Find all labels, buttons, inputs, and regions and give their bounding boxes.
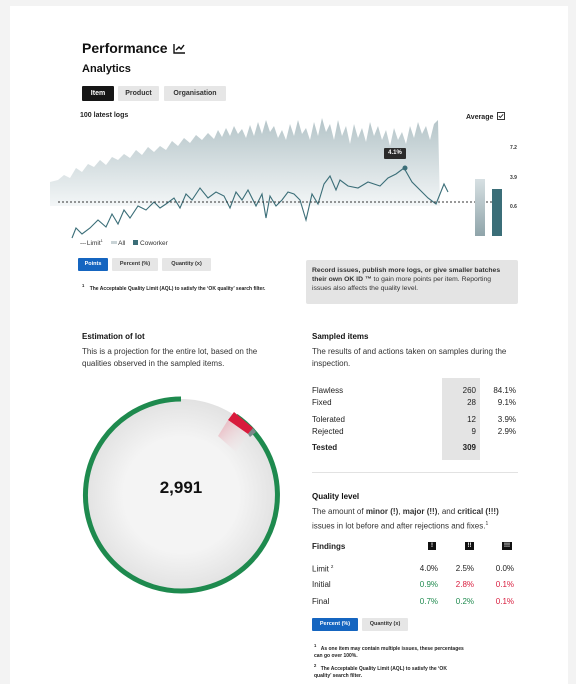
sampled-row-count: 9	[471, 427, 476, 436]
quantity-button-bottom[interactable]: Quantity (x)	[362, 618, 408, 631]
quality-value: 0.7%	[419, 597, 438, 606]
sampled-row-label: Tolerated	[312, 415, 345, 424]
estimation-desc: This is a projection for the entire lot,…	[82, 347, 258, 368]
tab-organisation[interactable]: Organisation	[164, 86, 226, 101]
sampled-row-pct: 84.1%	[493, 386, 516, 395]
quality-desc-sup: 1	[485, 521, 489, 527]
critical-severity-icon: !!!	[502, 542, 512, 550]
points-button[interactable]: Points	[78, 258, 108, 271]
quality-value: 2.8%	[455, 580, 474, 589]
y-tick-1: 7.2	[510, 145, 517, 151]
legend-all: All	[118, 240, 126, 248]
quality-major: major (!!)	[402, 507, 438, 516]
quality-row-label: Initial	[312, 580, 331, 589]
sampled-row-count: 12	[467, 415, 476, 424]
sampled-row-pct: 9.1%	[497, 398, 516, 407]
sampled-desc: The results of and actions taken on samp…	[312, 347, 507, 368]
quantity-button[interactable]: Quantity (x)	[162, 258, 211, 271]
sampled-row-pct: 3.9%	[497, 415, 516, 424]
quality-value: 0.0%	[495, 564, 514, 573]
sampled-row-label: Flawless	[312, 386, 344, 395]
tab-item[interactable]: Item	[82, 86, 114, 101]
legend-limit-sup: 1	[100, 238, 103, 243]
quality-value: 0.1%	[495, 597, 514, 606]
quality-row-label: Final	[312, 597, 330, 606]
percent-button[interactable]: Percent (%)	[112, 258, 158, 271]
legend-limit: Limit	[86, 240, 101, 248]
aql-note-top: 1 The Acceptable Quality Limit (AQL) to …	[82, 282, 302, 293]
quality-desc: The amount of minor (!), major (!!), and…	[312, 506, 522, 533]
estimation-title: Estimation of lot	[82, 332, 145, 341]
legend-all-swatch	[110, 241, 117, 245]
quality-value: 4.0%	[419, 564, 438, 573]
quality-sep2: , and	[437, 507, 458, 516]
highlight-point	[402, 165, 408, 171]
chart-legend: - - - Limit1 All Coworker	[80, 238, 168, 248]
quality-title: Quality level	[312, 492, 360, 501]
average-bar-all	[475, 179, 485, 236]
quality-row-sup: 2	[330, 564, 334, 569]
quality-row-label: Limit	[312, 564, 329, 574]
quality-value: 0.1%	[495, 580, 514, 589]
major-severity-icon: !!	[465, 542, 474, 550]
page-subtitle: Analytics	[82, 63, 131, 75]
quality-value: 0.2%	[455, 597, 474, 606]
sampled-row-label: Rejected	[312, 427, 344, 436]
sampled-row-count: 260	[462, 386, 476, 395]
chart-tooltip: 4.1%	[384, 148, 406, 159]
quality-row-limit: Limit 2	[312, 564, 333, 574]
footnote-sup: 1	[314, 643, 317, 648]
sampled-total-count: 309	[462, 443, 476, 452]
series-all-area	[50, 118, 440, 206]
y-tick-3: 0.6	[510, 204, 517, 210]
tab-product[interactable]: Product	[118, 86, 159, 101]
average-bar-coworker	[492, 189, 502, 236]
donut-total: 2,991	[159, 478, 203, 497]
quality-value: 2.5%	[455, 564, 474, 573]
quality-critical: critical (!!!)	[457, 507, 499, 516]
sampled-total-label: Tested	[312, 443, 338, 452]
section-divider	[312, 472, 518, 473]
page-title-text: Performance	[82, 40, 168, 56]
info-box: Record issues, publish more logs, or giv…	[306, 260, 518, 304]
footnote: 2 The Acceptable Quality Limit (AQL) to …	[314, 662, 464, 680]
quality-desc-post: issues in lot before and after rejection…	[312, 521, 486, 531]
legend-coworker-swatch	[133, 240, 139, 246]
legend-coworker: Coworker	[140, 240, 168, 248]
percent-button-bottom[interactable]: Percent (%)	[312, 618, 358, 631]
minor-severity-icon: !	[428, 542, 436, 550]
findings-label: Findings	[312, 542, 346, 551]
chart-trend-icon	[173, 44, 186, 54]
footnote-text: The Acceptable Quality Limit (AQL) to sa…	[314, 665, 447, 679]
page-title: Performance	[82, 40, 186, 56]
performance-chart: 7.2 3.9 0.6	[50, 118, 517, 239]
quality-value: 0.9%	[419, 580, 438, 589]
quality-desc-pre: The amount of	[312, 507, 366, 516]
footnote: 1 As one item may contain multiple issue…	[314, 642, 464, 660]
footnote-sup: 2	[314, 663, 317, 668]
aql-note-top-text: The Acceptable Quality Limit (AQL) to sa…	[89, 285, 266, 292]
sampled-title: Sampled items	[312, 332, 369, 341]
quality-minor: minor (!)	[365, 507, 399, 516]
y-tick-2: 3.9	[510, 175, 517, 181]
sampled-row-label: Fixed	[312, 398, 332, 407]
aql-note-top-sup: 1	[82, 283, 85, 288]
sampled-row-pct: 2.9%	[497, 427, 516, 436]
footnote-text: As one item may contain multiple issues,…	[314, 645, 464, 659]
page: Performance Analytics Item Product Organ…	[10, 6, 568, 684]
sampled-row-count: 28	[467, 398, 476, 407]
